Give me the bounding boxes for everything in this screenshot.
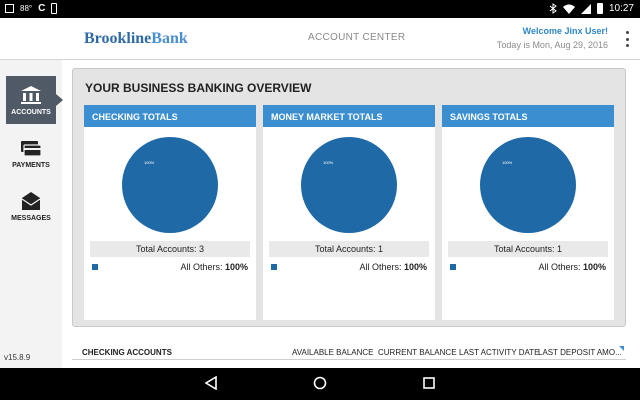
legend-value: 100% [224,262,248,272]
home-icon[interactable] [313,376,327,390]
pie-slice-all-others [301,137,397,233]
notification-icon [51,3,58,14]
money-market-totals-card[interactable]: MONEY MARKET TOTALS 100% Total Accounts:… [263,105,435,320]
card-title: MONEY MARKET TOTALS [263,105,435,127]
legend-row: All Others: 100% [448,262,608,274]
savings-pie-chart [480,137,576,233]
app-header: BrooklineBank ACCOUNT CENTER Welcome Jin… [0,18,640,60]
date-text: Today is Mon, Aug 29, 2016 [496,40,608,50]
signal-icon [580,3,591,14]
version-text: v15.8.9 [4,353,31,362]
checking-accounts-table-header: CHECKING ACCOUNTS AVAILABLE BALANCE CURR… [72,344,626,360]
welcome-text: Welcome Jinx User! [522,26,608,36]
legend-value: 100% [582,262,606,272]
legend-swatch [450,264,456,270]
business-banking-overview: YOUR BUSINESS BANKING OVERVIEW CHECKING … [72,68,626,327]
column-header-available-balance[interactable]: AVAILABLE BALANCE [292,348,374,357]
legend-label: All Others: [359,262,402,272]
overflow-menu-icon[interactable] [624,31,630,47]
c-notification-icon: C [38,3,46,14]
sidebar: ACCOUNTS PAYMENTS MESSAGES v15.8.9 [0,60,63,368]
brookline-bank-logo: BrooklineBank [84,30,188,47]
legend-label: All Others: [180,262,223,272]
bluetooth-icon [549,3,557,14]
column-header-current-balance[interactable]: CURRENT BALANCE [378,348,457,357]
total-accounts: Total Accounts: 1 [448,241,608,257]
sidebar-item-label: MESSAGES [11,214,51,222]
back-icon[interactable] [204,376,218,390]
sidebar-item-label: PAYMENTS [12,161,50,169]
sidebar-item-payments[interactable]: PAYMENTS [6,130,56,178]
legend-swatch [92,264,98,270]
savings-totals-card[interactable]: SAVINGS TOTALS 100% Total Accounts: 1 Al… [442,105,614,320]
pie-slice-label: 100% [323,160,334,165]
pie-slice-all-others [122,137,218,233]
page-title: ACCOUNT CENTER [308,32,406,43]
card-icon [21,140,42,157]
overview-title: YOUR BUSINESS BANKING OVERVIEW [85,81,312,95]
section-title: CHECKING ACCOUNTS [82,348,172,357]
legend-label: All Others: [538,262,581,272]
recents-icon[interactable] [422,376,436,390]
column-header-last-deposit-amount[interactable]: LAST DEPOSIT AMO... [538,348,622,357]
legend-row: All Others: 100% [269,262,429,274]
envelope-icon [21,191,41,210]
status-bar: 88° C 10:27 [0,0,640,18]
total-accounts: Total Accounts: 1 [269,241,429,257]
card-title: CHECKING TOTALS [84,105,256,127]
bank-icon [21,85,41,104]
sidebar-item-accounts[interactable]: ACCOUNTS [6,76,63,124]
gallery-notification-icon [5,4,14,13]
pie-slice-label: 100% [144,160,155,165]
pie-slice-label: 100% [502,160,513,165]
checking-pie-chart [122,137,218,233]
total-accounts: Total Accounts: 3 [90,241,250,257]
legend-swatch [271,264,277,270]
card-title: SAVINGS TOTALS [442,105,614,127]
system-navigation-bar [0,368,640,400]
temperature-text: 88° [20,4,33,13]
sidebar-item-messages[interactable]: MESSAGES [6,182,56,230]
pie-slice-all-others [480,137,576,233]
money-market-pie-chart [301,137,397,233]
legend-row: All Others: 100% [90,262,250,274]
checking-totals-card[interactable]: CHECKING TOTALS 100% Total Accounts: 3 A… [84,105,256,320]
battery-icon [596,3,603,14]
column-header-last-activity-date[interactable]: LAST ACTIVITY DATE [459,348,539,357]
legend-value: 100% [403,262,427,272]
expand-corner-icon[interactable] [619,346,624,351]
sidebar-item-label: ACCOUNTS [11,108,51,116]
wifi-icon [562,4,575,14]
clock-text: 10:27 [608,3,634,14]
